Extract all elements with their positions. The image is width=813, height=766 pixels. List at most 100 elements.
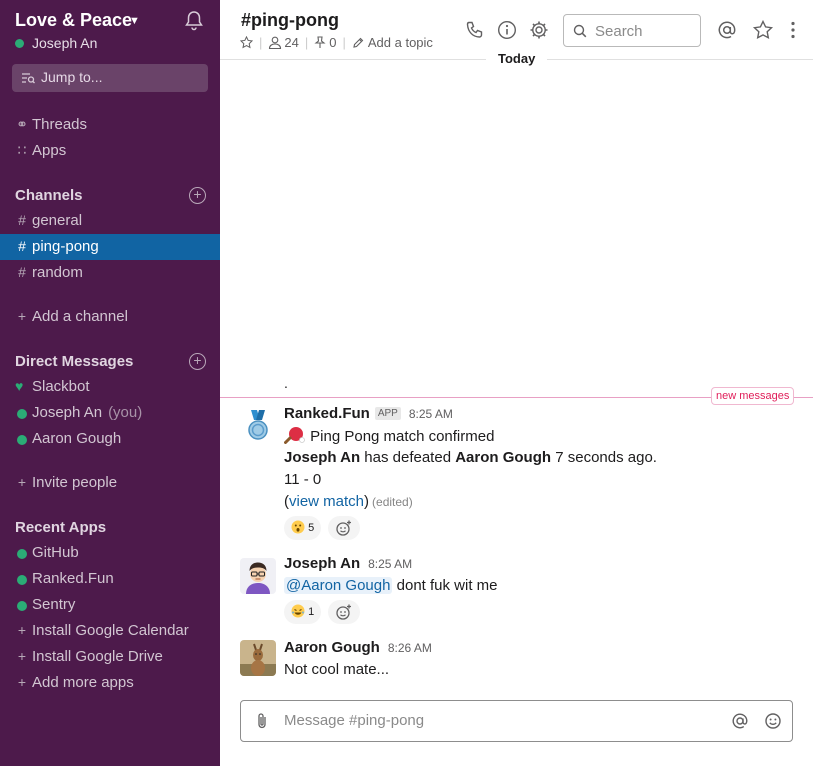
dm-label: Slackbot [32, 378, 90, 395]
message-text: Not cool mate... [284, 661, 390, 678]
current-user: Joseph An [15, 35, 97, 51]
members-icon[interactable] [268, 36, 282, 49]
presence-dot [15, 39, 24, 48]
astonished-face-icon [291, 520, 305, 534]
sidebar-item-sentry[interactable]: Sentry [0, 592, 220, 618]
message-line: Joseph An has defeated Aaron Gough 7 sec… [284, 449, 657, 466]
sidebar-item-ranked-fun[interactable]: Ranked.Fun [0, 566, 220, 592]
app-label: GitHub [32, 544, 79, 561]
avatar[interactable] [240, 408, 276, 444]
timestamp[interactable]: 8:25 AM [368, 557, 412, 571]
emoji-icon[interactable] [763, 711, 783, 731]
star-icon[interactable] [752, 19, 774, 41]
edited-label: (edited) [372, 495, 413, 509]
message-line: @Aaron Gough dont fuk wit me [284, 577, 498, 594]
workspace-header[interactable]: Love & Peace ▼ Joseph An [15, 9, 210, 57]
sidebar-item-apps[interactable]: ∷ Apps [0, 138, 220, 164]
search-placeholder: Search [595, 23, 643, 40]
message-composer[interactable]: Message #ping-pong [240, 700, 793, 742]
sidebar-item-aaron-gough[interactable]: Aaron Gough [0, 426, 220, 452]
member-count[interactable]: 24 [284, 35, 298, 50]
avatar[interactable] [240, 558, 276, 594]
mention-at-icon[interactable] [730, 711, 750, 731]
more-vertical-icon[interactable] [782, 19, 804, 41]
add-reaction-button[interactable] [328, 600, 360, 624]
install-label: Install Google Drive [32, 648, 163, 665]
dm-section-title[interactable]: Direct Messages [15, 353, 133, 370]
star-icon[interactable] [240, 36, 253, 49]
message-line: Ping Pong match confirmed [284, 426, 494, 445]
sidebar-item-threads[interactable]: ⚭ Threads [0, 112, 220, 138]
gear-icon[interactable] [528, 19, 550, 41]
add-reaction-icon [336, 520, 351, 536]
jump-to-button[interactable]: Jump to... [12, 64, 208, 92]
pin-icon[interactable] [314, 36, 326, 49]
author-name[interactable]: Aaron Gough [284, 639, 380, 656]
sidebar-item-slackbot[interactable]: ♥ Slackbot [0, 374, 220, 400]
pin-count[interactable]: 0 [329, 35, 336, 50]
dm-label: Aaron Gough [32, 430, 122, 447]
date-divider-today: Today [486, 51, 548, 66]
sidebar-item-label: Threads [32, 116, 88, 133]
new-messages-badge[interactable]: new messages [711, 387, 795, 405]
install-google-drive-button[interactable]: + Install Google Drive [0, 644, 220, 670]
phone-icon[interactable] [464, 19, 486, 41]
install-label: Add more apps [32, 674, 134, 691]
channel-meta: | 24 | 0 | Add a topic [240, 35, 433, 50]
sidebar-item-joseph-an[interactable]: Joseph An (you) [0, 400, 220, 426]
sidebar-item-random[interactable]: # random [0, 260, 220, 286]
you-suffix: (you) [108, 404, 143, 421]
reaction-joy[interactable]: 1 [284, 600, 322, 624]
message-input-placeholder[interactable]: Message #ping-pong [284, 712, 424, 729]
search-input[interactable]: Search [563, 14, 701, 47]
mentions-at-icon[interactable] [716, 19, 738, 41]
timestamp[interactable]: 8:26 AM [388, 641, 432, 655]
add-channel-button[interactable]: + Add a channel [0, 304, 220, 330]
channels-section-title[interactable]: Channels [15, 187, 83, 204]
timestamp[interactable]: 8:25 AM [409, 407, 453, 421]
add-topic-link[interactable]: Add a topic [368, 35, 433, 50]
user-mention[interactable]: @Aaron Gough [284, 577, 393, 594]
recent-apps-title[interactable]: Recent Apps [15, 519, 106, 536]
sidebar-item-ping-pong[interactable]: # ping-pong [0, 234, 220, 260]
app-label: Ranked.Fun [32, 570, 114, 587]
add-reaction-button[interactable] [328, 516, 360, 540]
message-aaron-gough: Aaron Gough 8:26 AM Not cool mate... [220, 638, 813, 682]
info-icon[interactable] [496, 19, 518, 41]
message-joseph-an: Joseph An 8:25 AM @Aaron Gough dont fuk w… [220, 554, 813, 628]
aaron-avatar-photo [240, 640, 276, 676]
add-dm-plus-icon[interactable]: + [189, 353, 206, 370]
message-line: (view match) (edited) [284, 493, 413, 510]
view-match-link[interactable]: view match [289, 493, 364, 510]
presence-dot [17, 601, 27, 611]
chevron-down-icon[interactable]: ▼ [129, 15, 140, 27]
message-author: Joseph An 8:25 AM [284, 555, 412, 572]
author-name[interactable]: Joseph An [284, 555, 360, 572]
add-channel-plus-icon[interactable]: + [189, 187, 206, 204]
avatar[interactable] [240, 640, 276, 676]
invite-label: Invite people [32, 474, 118, 491]
sidebar-item-github[interactable]: GitHub [0, 540, 220, 566]
sidebar-item-general[interactable]: # general [0, 208, 220, 234]
channel-title[interactable]: #ping-pong [241, 10, 339, 31]
hash-icon: # [18, 238, 26, 254]
install-label: Install Google Calendar [32, 622, 189, 639]
invite-people-button[interactable]: + Invite people [0, 470, 220, 496]
loser-name: Aaron Gough [455, 449, 552, 466]
bell-icon[interactable] [183, 9, 205, 31]
workspace-name[interactable]: Love & Peace [15, 10, 132, 31]
match-confirmed-text: Ping Pong match confirmed [310, 428, 495, 445]
sidebar-item-label: Apps [32, 142, 67, 159]
jump-to-icon [22, 73, 35, 84]
presence-dot [17, 409, 27, 419]
winner-name: Joseph An [284, 449, 361, 466]
author-name[interactable]: Ranked.Fun [284, 405, 370, 422]
add-more-apps-button[interactable]: + Add more apps [0, 670, 220, 696]
current-user-name: Joseph An [32, 35, 98, 51]
app-badge: APP [374, 407, 401, 420]
threads-icon: ⚭ [16, 116, 28, 132]
message-ranked-fun: Ranked.Fun APP 8:25 AM Ping Pong match con… [220, 404, 813, 544]
paperclip-icon[interactable] [254, 712, 270, 730]
install-google-calendar-button[interactable]: + Install Google Calendar [0, 618, 220, 644]
reaction-astonished[interactable]: 5 [284, 516, 322, 540]
